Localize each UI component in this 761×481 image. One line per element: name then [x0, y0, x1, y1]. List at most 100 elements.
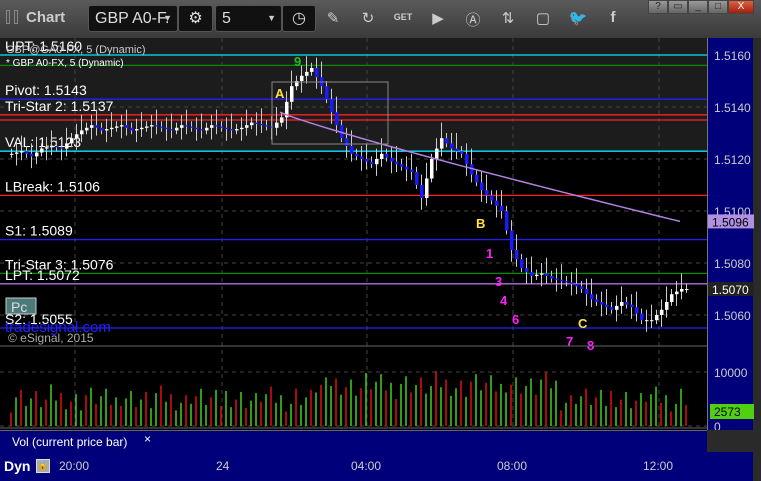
lock-icon[interactable]: 🔒	[36, 459, 50, 473]
candle-body	[155, 125, 159, 127]
twitter-icon[interactable]: 🐦	[568, 9, 588, 27]
candle-body	[70, 138, 74, 144]
chevron-down-icon: ▼	[267, 13, 276, 23]
candle-body	[120, 125, 124, 127]
candle-body	[390, 157, 394, 162]
price-axis-canvas: 1.51601.51401.51201.51001.50801.50601.50…	[708, 49, 754, 434]
price-tick-label: 1.5160	[714, 49, 751, 63]
close-button[interactable]: X	[728, 0, 754, 14]
time-tick-label: 08:00	[497, 459, 528, 473]
chart-canvas[interactable]: UPT: 1.5160Pivot: 1.5143Tri-Star 2: 1.51…	[0, 38, 707, 430]
price-chart[interactable]: UPT: 1.5160 Pivot: 1.5143 Tri-Star 2: 1.51…	[0, 38, 707, 430]
candle-body	[165, 127, 169, 130]
candle-body	[435, 148, 439, 159]
candle-body	[210, 125, 214, 128]
candle-body	[645, 320, 649, 322]
candle-body	[620, 302, 624, 306]
candle-body	[455, 148, 459, 152]
facebook-icon[interactable]: f	[603, 9, 623, 26]
candle-body	[90, 125, 94, 128]
candle-body	[105, 129, 109, 131]
price-axis[interactable]: 1.5160 1.5140 1.5120 1.5100 1.5080 1.5060 1.50…	[707, 38, 754, 434]
drag-grip[interactable]	[14, 10, 18, 24]
candle-body	[510, 230, 514, 250]
drag-grip[interactable]	[6, 10, 10, 24]
candle-body	[80, 130, 84, 135]
comment-icon[interactable]: ▢	[533, 9, 553, 27]
candle-body	[230, 129, 234, 131]
candle-body	[30, 153, 34, 157]
get-data-icon[interactable]: GET	[393, 12, 413, 22]
candle-body	[450, 143, 454, 149]
draw-pencil-icon[interactable]: ✎	[323, 9, 343, 27]
link-icon[interactable]: ⇅	[498, 9, 518, 27]
minimize-button[interactable]: _	[688, 0, 708, 14]
candle-body	[400, 164, 404, 167]
settings-button[interactable]: ⚙	[178, 5, 213, 32]
candle-body	[310, 68, 314, 72]
candle-body	[485, 190, 489, 196]
price-tick-label: 1.5140	[714, 101, 751, 115]
level-label: S1: 1.5089	[5, 223, 73, 239]
candle-body	[220, 126, 224, 128]
candle-body	[570, 282, 574, 284]
title-bar: Chart GBP A0-F. ▼ ⚙ 5 ▼ ◷ ✎ ↻ GET ▶ Ⓐ ⇅ ▢ …	[0, 0, 761, 38]
candle-body	[225, 127, 229, 130]
candle-body	[40, 148, 44, 153]
candle-body	[305, 71, 309, 76]
help-button[interactable]: ?	[648, 0, 668, 14]
candle-body	[45, 147, 49, 149]
ma-value-label: 1.5096	[712, 215, 749, 229]
watermark: tradesignal.com	[5, 319, 111, 336]
time-tick-label: 04:00	[351, 459, 382, 473]
candle-body	[525, 268, 529, 273]
symbol-value: GBP A0-F.	[95, 10, 170, 27]
candle-body	[180, 125, 184, 128]
candle-body	[130, 127, 134, 131]
candle-body	[250, 122, 254, 126]
candle-body	[505, 211, 509, 231]
candle-body	[555, 278, 559, 280]
chart-annotation: 3	[495, 274, 502, 289]
candle-body	[615, 305, 619, 310]
candle-body	[345, 138, 349, 146]
candle-body	[600, 302, 604, 305]
time-button[interactable]: ◷	[282, 5, 316, 32]
candle-body	[575, 283, 579, 287]
dynamic-mode-label[interactable]: Dyn	[4, 458, 30, 474]
candle-body	[350, 146, 354, 154]
refresh-icon[interactable]: ↻	[358, 9, 378, 27]
candle-body	[460, 151, 464, 154]
pc-badge-label: Pc	[11, 299, 27, 315]
candle-body	[410, 169, 414, 172]
volume-tick-label: 10000	[714, 366, 748, 380]
alert-icon[interactable]: Ⓐ	[463, 9, 483, 30]
candle-body	[100, 127, 104, 131]
clock-icon: ◷	[292, 10, 306, 27]
time-tick-label: 20:00	[59, 459, 90, 473]
time-tick-label: 12:00	[643, 459, 674, 473]
link-window-button[interactable]: ▭	[668, 0, 688, 14]
symbol-select[interactable]: GBP A0-F. ▼	[88, 5, 178, 32]
candle-body	[425, 178, 429, 198]
chart-annotation: 4	[500, 293, 508, 308]
candle-body	[365, 159, 369, 162]
candle-body	[370, 161, 374, 165]
play-icon[interactable]: ▶	[428, 9, 448, 27]
candle-body	[360, 156, 364, 159]
maximize-button[interactable]: □	[708, 0, 728, 14]
candle-body	[175, 127, 179, 131]
app-title: Chart	[26, 9, 66, 26]
candle-body	[160, 126, 164, 128]
volume-last-label: 2573	[714, 405, 741, 419]
close-study-button[interactable]: ×	[144, 432, 151, 446]
candle-body	[680, 289, 684, 292]
candle-body	[300, 75, 304, 81]
candle-body	[170, 129, 174, 131]
time-axis[interactable]: Dyn 🔒 20:00 24 04:00 08:00 12:00	[0, 452, 753, 481]
candle-body	[585, 289, 589, 295]
candle-body	[530, 272, 534, 276]
interval-select[interactable]: 5 ▼	[215, 5, 282, 32]
candle-body	[560, 279, 564, 282]
interval-value: 5	[222, 10, 231, 27]
